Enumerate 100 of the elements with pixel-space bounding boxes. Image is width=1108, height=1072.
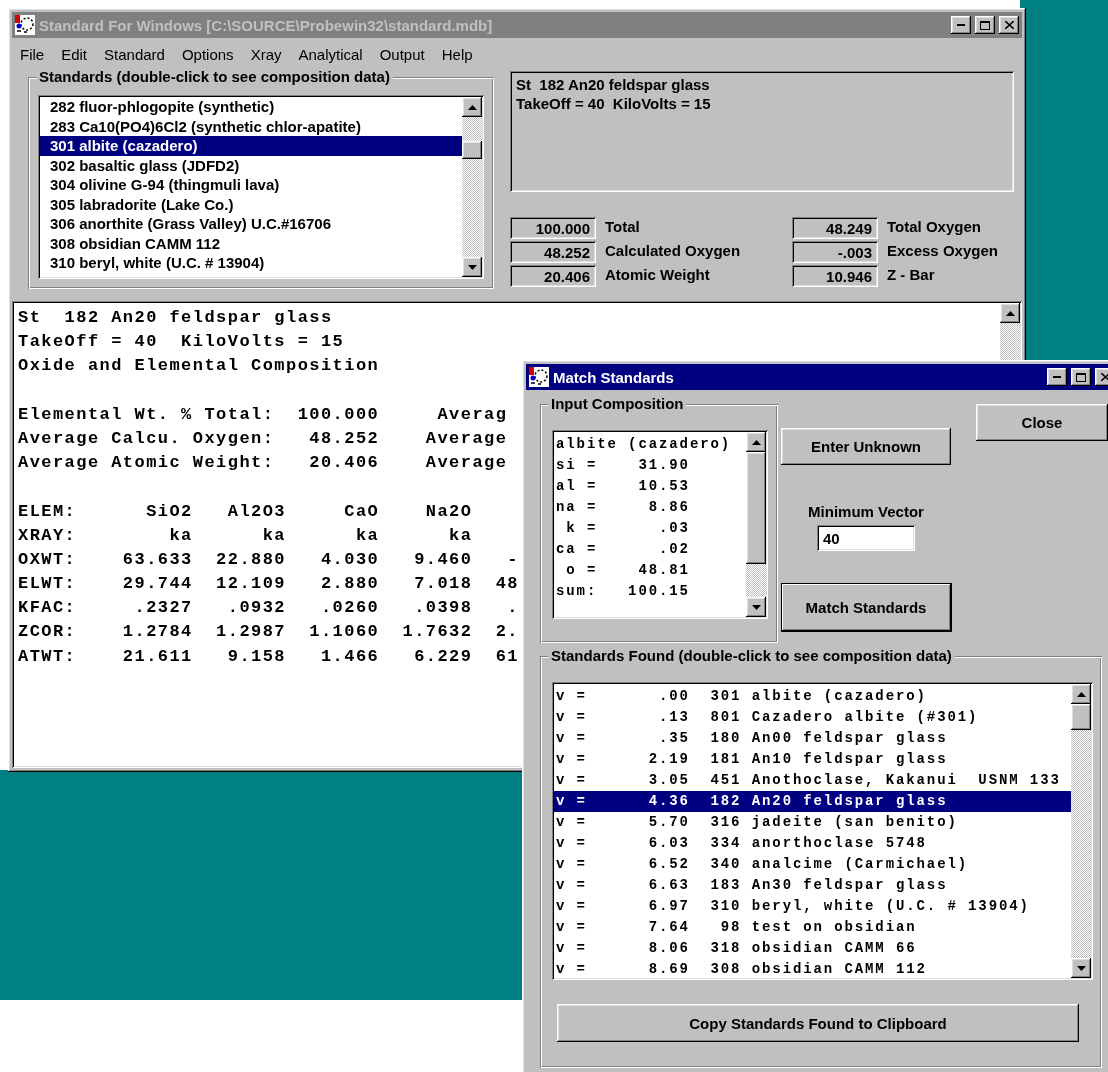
info-text: TakeOff = 40 KiloVolts = 15 [516,94,711,113]
close-button[interactable]: Close [976,404,1108,441]
up-arrow-icon [467,104,477,110]
minimize-icon [957,24,965,26]
down-arrow-icon [1076,965,1086,971]
composition-line: albite (cazadero) [555,435,733,454]
match-standards-button[interactable]: Match Standards [780,583,952,632]
standards-list[interactable] [38,95,484,279]
up-arrow-icon [1005,310,1015,316]
copy-to-clipboard-button[interactable]: Copy Standards Found to Clipboard [557,1004,1079,1042]
scroll-down-button[interactable] [462,257,482,277]
minimum-vector-field[interactable]: 40 [817,525,915,551]
value-label: Calculated Oxygen [605,241,741,259]
report-line: Average Calcu. Oxygen: 48.252 Average [18,427,508,450]
standards-found-list[interactable] [552,682,1093,980]
scroll-up-button[interactable] [746,432,766,452]
list-item[interactable]: 304 olivine G-94 (thingmuli lava) [40,175,462,195]
up-arrow-icon [1076,691,1086,697]
report-line: ZCOR: 1.2784 1.2987 1.1060 1.7632 2. [18,621,520,644]
list-item[interactable]: 302 basaltic glass (JDFD2) [40,155,462,175]
scroll-thumb[interactable] [462,141,482,159]
scrollbar[interactable] [746,432,766,617]
close-button[interactable] [999,16,1019,34]
menu-item[interactable]: Xray [250,46,282,63]
value-field: 10.946 [792,265,878,287]
value-field: 20.406 [510,265,596,287]
down-arrow-icon [467,264,477,270]
enter-unknown-button[interactable]: Enter Unknown [781,428,951,465]
scroll-up-button[interactable] [1071,684,1091,704]
scroll-down-button[interactable] [1071,958,1091,978]
scroll-up-button[interactable] [462,97,482,117]
menu-item[interactable]: Output [379,46,425,63]
list-item[interactable]: v = 6.63 183 An30 feldspar glass [554,875,1071,896]
list-item[interactable]: 306 anorthite (Grass Valley) U.C.#16706 [40,214,462,234]
list-item[interactable]: v = .35 180 An00 feldspar glass [554,728,1071,749]
composition-list[interactable]: albite (cazadero) si = 31.90 al = 10.53 na = 8.86 k = .03 ca = .02 o = 48.81 sum: 100.15 [552,430,768,619]
value-field: 100.000 [510,217,596,239]
composition-line: o = 48.81 [565,561,691,580]
list-item[interactable]: 283 Ca10(PO4)6Cl2 (synthetic chlor-apatite) [40,116,462,136]
scroll-down-button[interactable] [746,597,766,617]
value-field: -.003 [792,241,878,263]
list-item[interactable]: v = 7.64 98 test on obsidian [554,917,1071,938]
minimum-vector-label: Minimum Vector [808,503,924,520]
maximize-icon [980,20,990,30]
list-item[interactable]: 301 albite (cazadero) [40,136,462,156]
list-item[interactable]: v = .13 801 Cazadero albite (#301) [554,707,1071,728]
app-icon [15,15,35,35]
up-arrow-icon [751,439,761,445]
group-title: Standards Found (double-click to see composition data) [548,647,955,664]
list-item[interactable]: 282 fluor-phlogopite (synthetic) [40,97,462,117]
menu-item[interactable]: File [20,46,45,63]
menu-item[interactable]: Analytical [298,46,363,63]
maximize-icon [1076,372,1086,382]
list-item[interactable]: v = .00 301 albite (cazadero) [554,686,1071,707]
value-field: 48.249 [792,217,878,239]
menu-item[interactable]: Standard [104,46,165,63]
value-label: Z - Bar [887,265,935,283]
report-line: KFAC: .2327 .0932 .0260 .0398 . [18,597,520,620]
scrollbar[interactable] [462,97,482,277]
composition-line: na = 8.86 [555,498,691,517]
menu-item[interactable]: Edit [61,46,88,63]
list-item[interactable]: v = 8.69 308 obsidian CAMM 112 [554,959,1071,978]
value-field: 48.252 [510,241,596,263]
list-item[interactable]: 308 obsidian CAMM 112 [40,233,462,253]
list-item[interactable]: v = 6.52 340 analcime (Carmichael) [554,854,1071,875]
list-item[interactable]: v = 2.19 181 An10 feldspar glass [554,749,1071,770]
report-line: ELEM: SiO2 Al2O3 CaO Na2O [18,500,473,523]
scroll-thumb[interactable] [1071,704,1091,730]
report-line: XRAY: ka ka ka ka [18,524,473,547]
report-line: ELWT: 29.744 12.109 2.880 7.018 48 [18,573,520,596]
maximize-button[interactable] [975,16,995,34]
list-item[interactable]: v = 8.06 318 obsidian CAMM 66 [554,938,1071,959]
menu-item[interactable]: Options [181,46,234,63]
minimize-button[interactable] [951,16,971,34]
report-line: Average Atomic Weight: 20.406 Average [18,452,508,475]
list-item[interactable]: v = 3.05 451 Anothoclase, Kakanui USNM 133 [554,770,1071,791]
minimize-button[interactable] [1047,368,1067,386]
list-item[interactable]: 310 beryl, white (U.C. # 13904) [40,253,462,273]
close-icon [1100,373,1108,381]
info-text: St 182 An20 feldspar glass [516,75,710,94]
scrollbar[interactable] [1071,684,1091,978]
app-icon [529,367,549,387]
composition-line: k = .03 [565,519,691,538]
menu-item[interactable]: Help [441,46,473,63]
value-label: Total Oxygen [887,217,981,235]
list-item[interactable]: v = 4.36 182 An20 feldspar glass [554,791,1071,812]
list-item[interactable]: v = 6.97 310 beryl, white (U.C. # 13904) [554,896,1071,917]
report-line: St 182 An20 feldspar glass [18,307,333,329]
value-label: Atomic Weight [605,265,710,283]
report-line: OXWT: 63.633 22.880 4.030 9.460 - [18,548,520,571]
composition-line: si = 31.90 [555,456,691,475]
scroll-up-button[interactable] [1000,303,1020,323]
maximize-button[interactable] [1071,368,1091,386]
minimize-icon [1053,376,1061,378]
report-line: TakeOff = 40 KiloVolts = 15 [18,331,345,354]
scroll-thumb[interactable] [746,452,766,564]
window-title: Standard For Windows [C:\SOURCE\Probewin32\standard.mdb] [39,16,494,34]
list-item[interactable]: 305 labradorite (Lake Co.) [40,194,462,214]
list-item[interactable]: v = 6.03 334 anorthoclase 5748 [554,833,1071,854]
list-item[interactable]: v = 5.70 316 jadeite (san benito) [554,812,1071,833]
